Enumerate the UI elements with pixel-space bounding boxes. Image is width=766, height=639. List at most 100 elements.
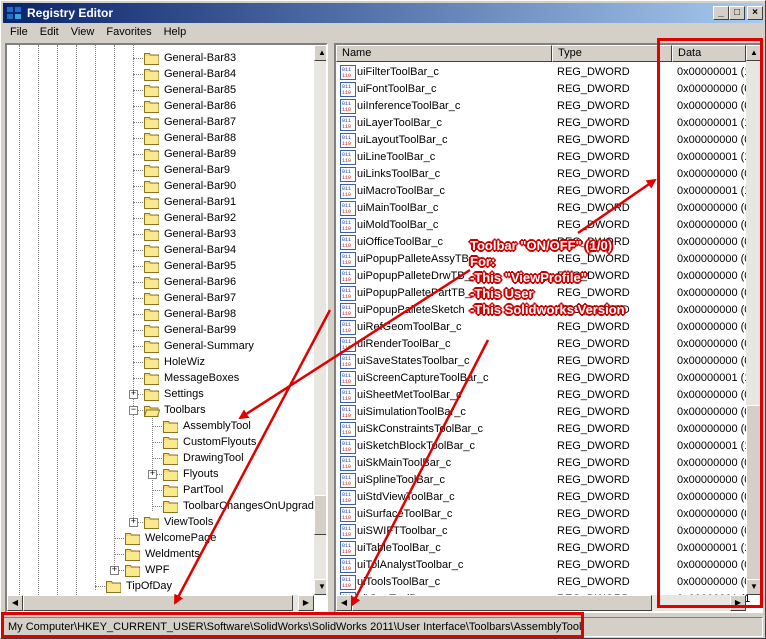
svg-text:110: 110 [342, 396, 351, 402]
reg-dword-icon: 011110 [340, 218, 356, 233]
tree-guide-line [133, 106, 143, 107]
tree-node-label: General-Bar96 [164, 276, 237, 288]
svg-text:110: 110 [342, 294, 351, 300]
scroll-left-arrow-icon[interactable]: ◀ [336, 595, 352, 611]
tree-guide-line [133, 154, 143, 155]
tree-scroll-thumb[interactable] [314, 495, 326, 535]
scroll-left-arrow-icon[interactable]: ◀ [7, 595, 23, 611]
value-name: uiLayoutToolBar_c [357, 134, 448, 146]
folder-icon [144, 100, 160, 113]
svg-text:110: 110 [342, 362, 351, 368]
tree-guide-line [114, 45, 115, 575]
folder-icon [144, 132, 160, 145]
svg-text:110: 110 [342, 464, 351, 470]
annotation-line: Toolbar "ON/OFF" (1/0) [470, 238, 613, 253]
data-column-highlight-box [657, 38, 763, 608]
tree-node-label: General-Bar99 [164, 324, 237, 336]
tree-node-label: WelcomePage [145, 532, 217, 544]
tree-node-label: General-Bar97 [164, 292, 237, 304]
reg-dword-icon: 011110 [340, 320, 356, 335]
expand-plus-icon[interactable]: + [129, 390, 138, 399]
tree-node-label: General-Bar98 [164, 308, 237, 320]
svg-text:110: 110 [342, 413, 351, 419]
status-path-highlight-box [1, 612, 584, 638]
tree-node-label: TipOfDay [126, 580, 173, 592]
close-button[interactable]: × [747, 6, 763, 20]
tree-hscroll-thumb[interactable] [23, 595, 293, 611]
value-name: uiSheetMetToolBar_c [357, 389, 462, 401]
column-header-name[interactable]: Name [336, 45, 552, 62]
tree-node-label: Toolbars [164, 404, 206, 416]
svg-text:110: 110 [342, 328, 351, 334]
reg-dword-icon: 011110 [340, 65, 356, 80]
menu-favorites[interactable]: Favorites [99, 24, 156, 38]
value-type: REG_DWORD [557, 525, 630, 537]
maximize-button[interactable]: □ [729, 6, 745, 20]
value-name: uiSWIFTToolbar_c [357, 525, 448, 537]
tree-node-label: General-Bar89 [164, 148, 237, 160]
folder-icon [144, 356, 160, 369]
tree-guide-line [76, 45, 77, 595]
tree-node-label: AssemblyTool [183, 420, 251, 432]
folder-icon [163, 452, 179, 465]
value-name: uiPopupPalleteAssyTB_ [357, 253, 476, 265]
svg-text:110: 110 [342, 532, 351, 538]
menu-file[interactable]: File [3, 24, 33, 38]
folder-icon [144, 276, 160, 289]
value-name: uiMoldToolBar_c [357, 219, 439, 231]
tree-guide-line [133, 218, 143, 219]
scroll-down-arrow-icon[interactable]: ▼ [314, 579, 326, 595]
svg-text:110: 110 [342, 260, 351, 266]
folder-icon [144, 516, 160, 529]
svg-text:110: 110 [342, 175, 351, 181]
scroll-up-arrow-icon[interactable]: ▲ [314, 45, 326, 61]
value-name: uiRefGeomToolBar_c [357, 321, 462, 333]
value-type: REG_DWORD [557, 508, 630, 520]
value-name: uiLinksToolBar_c [357, 168, 441, 180]
value-name: uiSkConstraintsToolBar_c [357, 423, 483, 435]
menu-view[interactable]: View [64, 24, 100, 38]
registry-key-tree[interactable]: General-Bar83 General-Bar84 General-Bar85 G… [5, 43, 328, 613]
tree-node-label: PartTool [183, 484, 224, 496]
expand-plus-icon[interactable]: + [148, 470, 157, 479]
minimize-button[interactable]: _ [713, 6, 729, 20]
reg-dword-icon: 011110 [340, 541, 356, 556]
reg-dword-icon: 011110 [340, 201, 356, 216]
value-type: REG_DWORD [557, 457, 630, 469]
title-bar[interactable]: Registry Editor _ □ × [3, 3, 763, 23]
tree-node-label: MessageBoxes [164, 372, 240, 384]
svg-text:110: 110 [342, 447, 351, 453]
reg-dword-icon: 011110 [340, 286, 356, 301]
tree-node-label: Flyouts [183, 468, 219, 480]
folder-icon [163, 484, 179, 497]
list-hscroll-thumb[interactable] [352, 595, 652, 611]
reg-dword-icon: 011110 [340, 575, 356, 590]
value-type: REG_DWORD [557, 321, 630, 333]
expand-plus-icon[interactable]: + [110, 566, 119, 575]
value-type: REG_DWORD [557, 559, 630, 571]
tree-guide-line [38, 45, 39, 595]
svg-text:110: 110 [342, 311, 351, 317]
value-type: REG_DWORD [557, 185, 630, 197]
value-type: REG_DWORD [557, 66, 630, 78]
value-name: uiRenderToolBar_c [357, 338, 451, 350]
value-type: REG_DWORD [557, 389, 630, 401]
tree-guide-line [133, 378, 143, 379]
column-header-type[interactable]: Type [552, 45, 672, 62]
menu-help[interactable]: Help [157, 24, 192, 38]
tree-vertical-scrollbar[interactable]: ▲ ▼ [314, 45, 326, 595]
menu-edit[interactable]: Edit [33, 24, 64, 38]
expand-plus-icon[interactable]: + [129, 518, 138, 527]
value-name: uiScreenCaptureToolBar_c [357, 372, 489, 384]
tree-horizontal-scrollbar[interactable]: ◀ ▶ [7, 595, 314, 611]
folder-icon [144, 196, 160, 209]
annotation-line: -This User [470, 286, 534, 301]
tree-node-label: DrawingTool [183, 452, 244, 464]
reg-dword-icon: 011110 [340, 235, 356, 250]
tree-node-label: CustomFlyouts [183, 436, 257, 448]
tree-guide-line [133, 138, 143, 139]
tree-guide-line [133, 346, 143, 347]
value-type: REG_DWORD [557, 474, 630, 486]
scroll-right-arrow-icon[interactable]: ▶ [298, 595, 314, 611]
collapse-minus-icon[interactable]: − [129, 406, 138, 415]
